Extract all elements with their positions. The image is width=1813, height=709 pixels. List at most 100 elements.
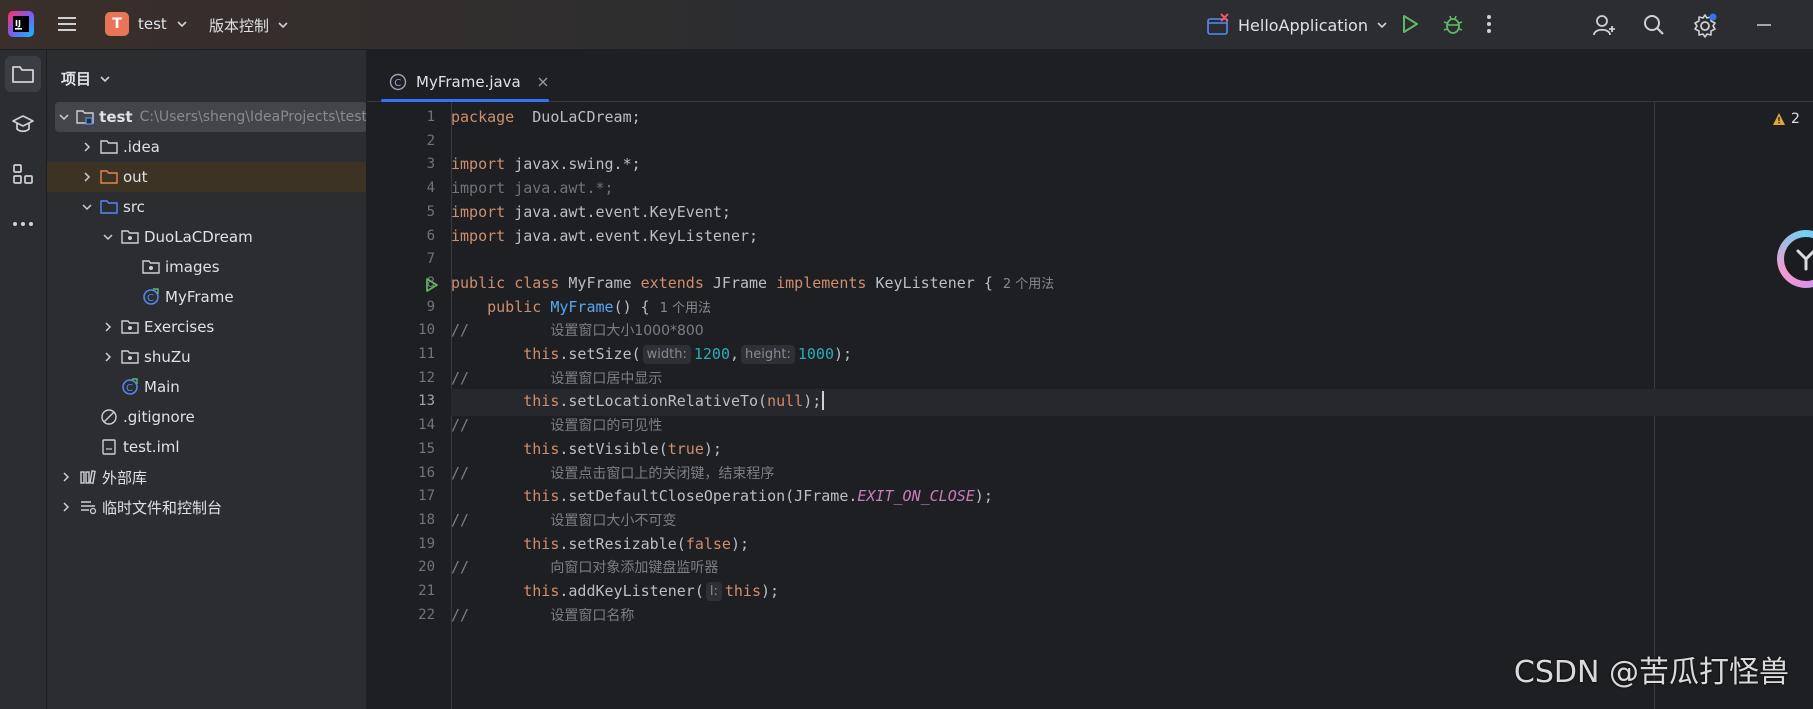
- run-config-name: HelloApplication: [1238, 15, 1368, 35]
- code-token: //: [451, 558, 551, 577]
- line-number: 3: [426, 156, 435, 173]
- parameter-hint: height:: [741, 345, 795, 364]
- tree-item-main[interactable]: C Main: [47, 372, 366, 402]
- tree-item-test-iml[interactable]: test.iml: [47, 432, 366, 462]
- chevron-down-icon[interactable]: [58, 112, 70, 122]
- tree-item-[interactable]: 外部库: [47, 462, 366, 492]
- tree-item-test[interactable]: test C:\Users\sheng\IdeaProjects\test: [55, 102, 367, 132]
- project-panel-header[interactable]: 项目: [61, 68, 111, 89]
- tree-item-shuzu[interactable]: shuZu: [47, 342, 366, 372]
- add-user-icon[interactable]: [1592, 13, 1616, 37]
- settings-gear-icon[interactable]: [1692, 12, 1718, 38]
- chevron-down-icon[interactable]: [101, 232, 115, 242]
- tab-myframe-java[interactable]: C MyFrame.java: [381, 62, 558, 102]
- chevron-right-icon[interactable]: [59, 472, 73, 482]
- main-menu-icon[interactable]: [56, 13, 78, 35]
- tree-item-exercises[interactable]: Exercises: [47, 312, 366, 342]
- tree-item-label: .gitignore: [123, 408, 195, 426]
- code-token: import: [451, 155, 506, 174]
- search-icon[interactable]: [1643, 14, 1665, 36]
- chevron-right-icon[interactable]: [80, 172, 94, 182]
- code-token: () {: [613, 297, 650, 316]
- code-token: this: [523, 534, 560, 553]
- class-file-icon: C: [389, 73, 407, 91]
- project-switcher[interactable]: T test: [105, 12, 188, 36]
- code-token: this: [523, 582, 560, 600]
- tool-window-stripe: [0, 50, 47, 709]
- code-token: 设置窗口居中显示: [550, 370, 663, 387]
- tree-item-out[interactable]: out: [47, 162, 366, 192]
- debug-button[interactable]: [1442, 13, 1464, 35]
- tree-item-images[interactable]: images: [47, 252, 366, 282]
- line-number: 12: [418, 369, 435, 386]
- structure-icon: [12, 163, 34, 185]
- line-number: 19: [418, 535, 435, 552]
- minimize-window-icon[interactable]: [1757, 23, 1771, 27]
- tree-item-src[interactable]: src: [47, 192, 366, 222]
- code-token: //: [451, 605, 551, 624]
- code-content[interactable]: package DuoLaCDream; import javax.swing.*…: [451, 102, 1813, 709]
- folder-icon: [11, 63, 35, 85]
- code-token: this: [523, 487, 560, 506]
- code-token: 设置点击窗口上的关闭键，结束程序: [550, 465, 775, 482]
- tree-item-label: MyFrame: [165, 288, 234, 306]
- tree-item-myframe[interactable]: C MyFrame: [47, 282, 366, 312]
- project-panel-title: 项目: [61, 70, 92, 88]
- line-number: 11: [418, 346, 435, 362]
- code-token: 1000: [797, 345, 834, 363]
- watermark: CSDN @苦瓜打怪兽: [1513, 655, 1789, 690]
- project-path: C:\Users\sheng\IdeaProjects\test: [139, 109, 367, 125]
- run-configuration-selector[interactable]: HelloApplication: [1206, 11, 1388, 39]
- structure-tool-button[interactable]: [5, 156, 41, 192]
- chevron-down-icon: [176, 18, 188, 30]
- svg-text:C: C: [147, 293, 154, 304]
- vcs-label: 版本控制: [209, 16, 270, 35]
- tree-item-[interactable]: 临时文件和控制台: [47, 492, 366, 522]
- chevron-right-icon[interactable]: [59, 502, 73, 512]
- tree-item-label: Main: [144, 378, 180, 396]
- title-bar: IJ T test 版本控制 HelloApplication: [0, 0, 1813, 50]
- run-button[interactable]: [1400, 14, 1420, 34]
- library-icon: [79, 468, 97, 486]
- code-token: .addKeyListener(: [559, 582, 704, 600]
- code-token: this: [523, 439, 560, 458]
- more-tool-windows-icon[interactable]: [5, 206, 41, 242]
- intellij-logo-icon[interactable]: IJ: [8, 11, 34, 37]
- code-token: MyFrame: [559, 273, 641, 292]
- parameter-hint: width:: [642, 345, 691, 364]
- chevron-right-icon[interactable]: [80, 142, 94, 152]
- chevron-down-icon[interactable]: [80, 202, 94, 212]
- vcs-menu[interactable]: 版本控制: [209, 12, 289, 38]
- chevron-right-icon[interactable]: [101, 322, 115, 332]
- project-name: test: [138, 15, 167, 33]
- class-icon: C: [121, 378, 139, 396]
- close-tab-icon[interactable]: [538, 77, 548, 87]
- usages-hint[interactable]: 2 个用法: [1003, 277, 1054, 292]
- tree-item-gitignore[interactable]: .gitignore: [47, 402, 366, 432]
- code-token: 1200: [693, 345, 730, 363]
- code-token: 设置窗口名称: [550, 607, 635, 624]
- code-token: .setLocationRelativeTo(: [559, 392, 768, 411]
- more-actions-icon[interactable]: [1485, 13, 1493, 35]
- package-icon: [121, 348, 139, 366]
- code-token: );: [803, 392, 822, 411]
- chevron-right-icon[interactable]: [101, 352, 115, 362]
- line-number: 16: [418, 464, 435, 481]
- code-token: EXIT_ON_CLOSE: [857, 487, 975, 506]
- tree-item-duolacdream[interactable]: DuoLaCDream: [47, 222, 366, 252]
- package-icon: [142, 258, 160, 276]
- code-token: //: [451, 321, 551, 340]
- tree-item-idea[interactable]: .idea: [47, 132, 366, 162]
- learn-tool-button[interactable]: [5, 106, 41, 142]
- line-number: 21: [418, 583, 435, 599]
- inspection-widget[interactable]: 2: [1772, 111, 1800, 127]
- chevron-down-icon: [277, 19, 289, 31]
- code-token: import: [451, 226, 506, 245]
- project-tool-button[interactable]: [5, 56, 41, 92]
- run-gutter-icon[interactable]: [425, 277, 439, 296]
- usages-hint[interactable]: 1 个用法: [660, 301, 711, 316]
